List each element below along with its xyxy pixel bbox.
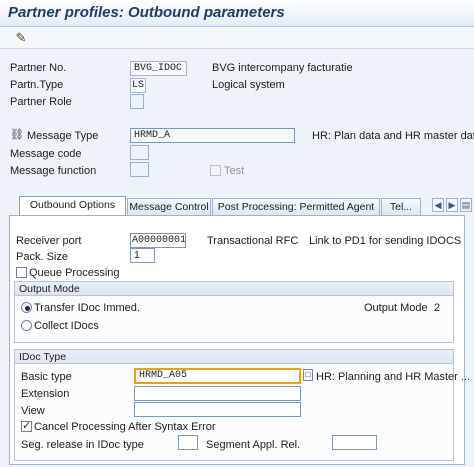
hierarchy-icon: ⛓: [10, 129, 24, 141]
extension-label: Extension: [21, 388, 70, 400]
tab-list-icon[interactable]: ▤: [460, 198, 472, 212]
cancel-processing-label: Cancel Processing After Syntax Error: [34, 421, 216, 433]
collect-idocs-radio[interactable]: [21, 320, 32, 331]
tab-message-control[interactable]: Message Control: [127, 198, 211, 215]
idoc-type-group-title: IDoc Type: [15, 350, 453, 364]
collect-idocs-label: Collect IDocs: [34, 320, 99, 332]
message-type-label: Message Type: [27, 130, 99, 142]
display-change-icon[interactable]: ✎: [12, 30, 30, 46]
output-mode-label: Output Mode: [364, 302, 428, 314]
value-help-icon[interactable]: □: [303, 369, 313, 381]
queue-processing-label: Queue Processing: [29, 267, 120, 279]
message-function-field[interactable]: [130, 162, 149, 177]
test-checkbox[interactable]: [210, 165, 221, 176]
segment-appl-rel-label: Segment Appl. Rel.: [206, 439, 301, 451]
tab-post-processing[interactable]: Post Processing: Permitted Agent: [212, 198, 380, 215]
partn-type-field[interactable]: LS: [130, 78, 146, 93]
partner-role-field[interactable]: [130, 94, 144, 109]
view-field[interactable]: [134, 402, 301, 417]
partner-no-label: Partner No.: [10, 62, 67, 74]
output-mode-group-title: Output Mode: [15, 282, 453, 296]
extension-field[interactable]: [134, 386, 301, 401]
tab-scroll-right-icon[interactable]: ▶: [446, 198, 458, 212]
message-type-description: HR: Plan data and HR master data: [312, 130, 474, 142]
message-code-field[interactable]: [130, 145, 149, 160]
pack-size-field[interactable]: 1: [130, 248, 155, 263]
receiver-port-field[interactable]: A000000014: [130, 233, 186, 248]
view-label: View: [21, 405, 45, 417]
message-function-label: Message function: [10, 165, 97, 177]
page-title: Partner profiles: Outbound parameters: [8, 4, 285, 21]
message-code-label: Message code: [10, 148, 82, 160]
tab-scroll-left-icon[interactable]: ◀: [432, 198, 444, 212]
output-mode-value: 2: [434, 302, 441, 314]
queue-processing-checkbox[interactable]: [16, 267, 27, 278]
test-label: Test: [224, 165, 245, 177]
tab-telephony[interactable]: Tel...: [381, 198, 421, 215]
transfer-idoc-radio[interactable]: [21, 302, 32, 313]
segment-appl-rel-field[interactable]: [332, 435, 377, 450]
tab-outbound-options[interactable]: Outbound Options: [19, 196, 126, 216]
receiver-port-description: Link to PD1 for sending IDOCS: [309, 235, 462, 247]
seg-release-field[interactable]: [178, 435, 198, 450]
transfer-idoc-label: Transfer IDoc Immed.: [34, 302, 140, 314]
receiver-port-type: Transactional RFC: [207, 235, 299, 247]
pack-size-label: Pack. Size: [16, 251, 68, 263]
message-type-field[interactable]: HRMD_A: [130, 128, 295, 143]
partner-no-field[interactable]: BVG_IDOC: [130, 61, 187, 76]
toolbar: [0, 27, 474, 49]
basic-type-label: Basic type: [21, 371, 72, 383]
basic-type-field[interactable]: HRMD_A05: [134, 368, 301, 384]
partn-type-description: Logical system: [212, 79, 285, 91]
cancel-processing-checkbox[interactable]: [21, 419, 32, 432]
partner-no-description: BVG intercompany facturatie: [212, 62, 353, 74]
partner-role-label: Partner Role: [10, 96, 72, 108]
partn-type-label: Partn.Type: [10, 79, 64, 91]
basic-type-description: HR: Planning and HR Master ...: [316, 371, 471, 383]
receiver-port-label: Receiver port: [16, 235, 82, 247]
seg-release-label: Seg. release in IDoc type: [21, 439, 144, 451]
